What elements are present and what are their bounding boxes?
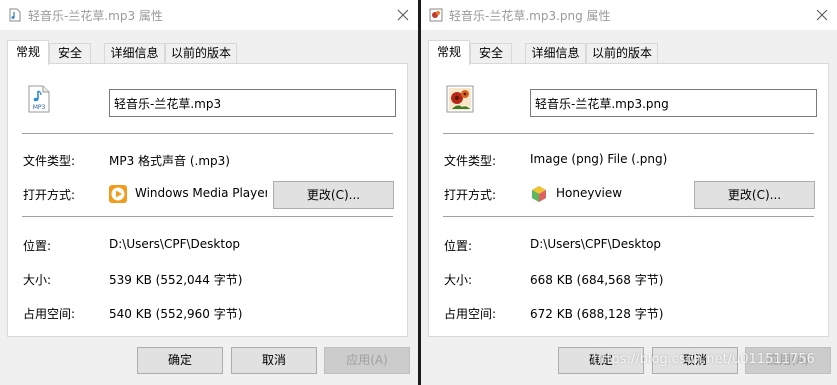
change-button[interactable]: 更改(C)... <box>694 181 815 209</box>
svg-text:MP3: MP3 <box>33 104 46 111</box>
disk-size-value: 540 KB (552,960 字节) <box>109 307 243 321</box>
cancel-button[interactable]: 取消 <box>231 347 317 374</box>
window-title: 轻音乐-兰花草.mp3 属性 <box>28 9 163 23</box>
file-type-value: MP3 格式声音 (.mp3) <box>109 154 230 168</box>
watermark-text: https://blog.csdn.net/u011511756 <box>593 352 815 367</box>
properties-dialog-png: 轻音乐-兰花草.mp3.png 属性 常规 安全 详细信息 以前的版本 轻音乐-… <box>421 0 837 385</box>
tab-details[interactable]: 详细信息 <box>525 43 586 64</box>
windows-media-player-icon <box>109 185 127 203</box>
close-button[interactable] <box>388 0 418 30</box>
window-title: 轻音乐-兰花草.mp3.png 属性 <box>449 9 611 23</box>
png-image-icon <box>429 8 443 22</box>
disk-size-label: 占用空间: <box>444 307 497 321</box>
mp3-file-icon: MP3 <box>28 85 50 113</box>
honeyview-icon <box>532 186 546 202</box>
close-button[interactable] <box>807 0 837 30</box>
divider <box>443 216 814 217</box>
filename-field[interactable]: 轻音乐-兰花草.mp3 <box>109 89 396 117</box>
apply-button[interactable]: 应用(A) <box>324 347 410 374</box>
location-value: D:\Users\CPF\Desktop <box>530 237 662 251</box>
divider <box>443 133 814 134</box>
general-panel: 轻音乐-兰花草.mp3.png 文件类型: Image (png) File (… <box>428 63 829 337</box>
ok-button[interactable]: 确定 <box>137 347 223 374</box>
open-with-app: Windows Media Player <box>135 186 267 200</box>
open-with-label: 打开方式: <box>23 188 76 202</box>
close-icon <box>397 9 409 21</box>
title-bar: 轻音乐-兰花草.mp3.png 属性 <box>421 0 837 30</box>
tab-previous-versions[interactable]: 以前的版本 <box>165 43 237 64</box>
disk-size-label: 占用空间: <box>23 307 76 321</box>
location-label: 位置: <box>444 239 473 253</box>
close-icon <box>816 9 828 21</box>
tab-details[interactable]: 详细信息 <box>104 43 165 64</box>
tab-security[interactable]: 安全 <box>470 43 512 64</box>
open-with-label: 打开方式: <box>444 188 497 202</box>
file-type-label: 文件类型: <box>444 154 497 168</box>
tab-previous-versions[interactable]: 以前的版本 <box>586 43 658 64</box>
tab-general[interactable]: 常规 <box>428 40 470 65</box>
filename-field[interactable]: 轻音乐-兰花草.mp3.png <box>530 89 817 117</box>
mp3-file-icon <box>9 8 21 22</box>
file-type-label: 文件类型: <box>23 154 76 168</box>
change-button[interactable]: 更改(C)... <box>273 181 394 209</box>
tab-general[interactable]: 常规 <box>7 40 49 65</box>
size-value: 539 KB (552,044 字节) <box>109 273 243 287</box>
png-image-icon <box>446 85 474 113</box>
location-label: 位置: <box>23 239 52 253</box>
file-type-value: Image (png) File (.png) <box>530 152 668 166</box>
size-label: 大小: <box>444 273 473 287</box>
tab-security[interactable]: 安全 <box>49 43 91 64</box>
general-panel: MP3 轻音乐-兰花草.mp3 文件类型: MP3 格式声音 (.mp3) 打开… <box>7 63 408 337</box>
location-value: D:\Users\CPF\Desktop <box>109 237 241 251</box>
size-value: 668 KB (684,568 字节) <box>530 273 664 287</box>
divider <box>22 133 393 134</box>
title-bar: 轻音乐-兰花草.mp3 属性 <box>0 0 418 30</box>
size-label: 大小: <box>23 273 52 287</box>
properties-dialog-mp3: 轻音乐-兰花草.mp3 属性 常规 安全 详细信息 以前的版本 MP3 轻音乐-… <box>0 0 418 385</box>
disk-size-value: 672 KB (688,128 字节) <box>530 307 664 321</box>
divider <box>22 216 393 217</box>
open-with-app: Honeyview <box>556 186 623 200</box>
